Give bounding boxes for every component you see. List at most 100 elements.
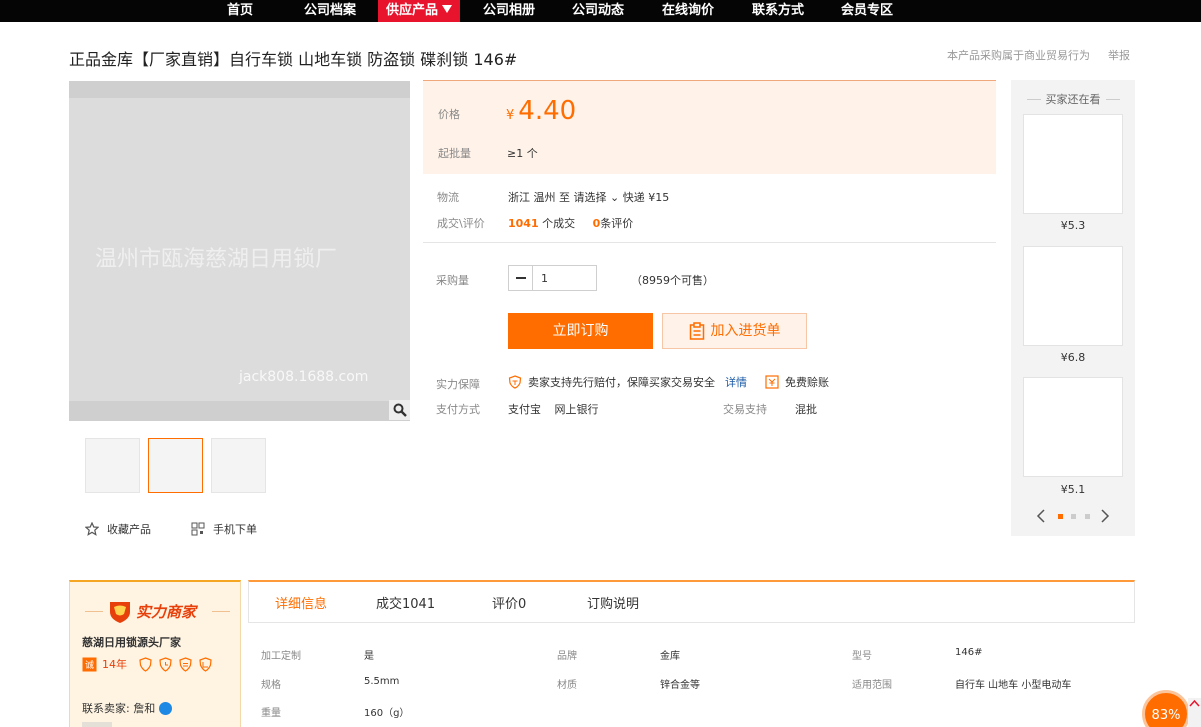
image-watermark: 温州市瓯海慈湖日用锁厂: [95, 247, 338, 272]
seller-badge: 实力商家: [107, 598, 196, 624]
nav-item-products-label: 供应产品: [385, 3, 438, 18]
star-icon: [85, 522, 99, 536]
nav-item-home[interactable]: 首页: [216, 0, 264, 22]
recommendation-price-2: ¥6.8: [1060, 351, 1086, 364]
nav-item-company-profile[interactable]: 公司档案: [294, 0, 366, 22]
progress-indicator[interactable]: 83%: [1142, 690, 1190, 727]
recommendation-item-1[interactable]: [1023, 114, 1123, 214]
price-amount: 4.40: [518, 96, 577, 126]
tab-order-notes[interactable]: 订购说明: [587, 593, 639, 612]
attr-value-customization: 是: [364, 651, 374, 662]
seller-extra-info: [82, 722, 112, 727]
logistics-selector[interactable]: 浙江 温州 至 请选择 ⌄ 快递 ¥15: [508, 189, 669, 205]
nav-item-contact[interactable]: 联系方式: [741, 0, 815, 22]
stock-note: （8959个可售）: [631, 274, 714, 287]
quantity-input[interactable]: [533, 266, 595, 290]
recommendation-item-3[interactable]: [1023, 377, 1123, 477]
tab-reviews[interactable]: 评价0: [492, 593, 526, 612]
purchase-note: 本产品采购属于商业贸易行为: [947, 49, 1090, 62]
membership-years: 14年: [102, 658, 127, 671]
attr-value-applicable: 自行车 山地车 小型电动车: [955, 680, 1072, 691]
add-to-cart-button[interactable]: 加入进货单: [662, 313, 807, 349]
nav-item-news[interactable]: 公司动态: [561, 0, 635, 22]
back-to-top-button[interactable]: [1188, 698, 1201, 727]
trade-support-value: 混批: [795, 403, 817, 416]
attr-name-customization: 加工定制: [261, 651, 301, 662]
chevron-right-icon: [1101, 509, 1110, 523]
carousel-dot-2[interactable]: [1071, 514, 1076, 519]
attr-name-spec: 规格: [261, 680, 281, 691]
recommendation-item-2[interactable]: [1023, 246, 1123, 346]
recommendation-prev-button[interactable]: [1034, 508, 1048, 524]
quantity-stepper: [508, 265, 597, 291]
thumbnail-1[interactable]: [85, 438, 140, 493]
add-to-cart-label: 加入进货单: [710, 323, 781, 339]
favorite-product-link[interactable]: 收藏产品: [85, 521, 151, 537]
quantity-label: 采购量: [436, 274, 469, 287]
deal-count-suffix: 个成交: [542, 217, 576, 230]
clipboard-icon: [689, 322, 704, 340]
return-policy-icon: [199, 656, 212, 672]
shield-icon: [508, 375, 522, 389]
svg-text:诚: 诚: [85, 659, 94, 671]
attr-value-brand: 金库: [660, 651, 680, 662]
attr-name-applicable: 适用范围: [852, 680, 892, 691]
minus-icon: [515, 277, 526, 279]
free-credit-label: 免费赊账: [785, 376, 829, 389]
recommendation-price-3: ¥5.1: [1060, 483, 1086, 496]
qr-code-icon: [191, 522, 205, 536]
order-now-button[interactable]: 立即订购: [508, 313, 653, 349]
deal-count: 1041: [508, 217, 539, 230]
trade-support-label: 交易支持: [723, 403, 767, 416]
mobile-order-label: 手机下单: [213, 523, 257, 536]
product-title: 正品金库【厂家直销】自行车锁 山地车锁 防盗锁 碟刹锁 146#: [69, 50, 518, 69]
attr-name-model: 型号: [852, 651, 872, 662]
currency-symbol: ¥: [506, 108, 515, 123]
report-link[interactable]: 举报: [1108, 47, 1130, 63]
guarantee-detail-link[interactable]: 详情: [725, 374, 747, 390]
image-watermark-url: jack808.1688.com: [239, 369, 369, 385]
recommendation-title: 买家还在看: [1011, 91, 1135, 107]
guarantee-text: 卖家支持先行赔付，保障买家交易安全: [528, 376, 715, 389]
tab-deals[interactable]: 成交1041: [376, 593, 435, 612]
carousel-dot-3[interactable]: [1085, 514, 1090, 519]
seller-name[interactable]: 慈湖日用锁源头厂家: [82, 634, 181, 650]
chat-icon[interactable]: [159, 701, 173, 715]
nav-item-members[interactable]: 会员专区: [830, 0, 904, 22]
recommendation-price-1: ¥5.3: [1060, 219, 1086, 232]
moq-label: 起批量: [438, 147, 471, 160]
tab-details[interactable]: 详细信息: [275, 593, 327, 612]
nav-item-products[interactable]: 供应产品: [378, 0, 460, 22]
nav-item-album[interactable]: 公司相册: [472, 0, 546, 22]
zoom-button[interactable]: [389, 400, 410, 420]
thumbnail-3[interactable]: [211, 438, 266, 493]
favorite-label: 收藏产品: [107, 523, 151, 536]
arrow-up-icon: [1189, 699, 1200, 707]
thumbnail-2[interactable]: [148, 438, 203, 493]
price-value: ¥4.40: [506, 96, 576, 126]
attr-value-model: 146#: [955, 647, 983, 658]
badge-divider-right: [212, 611, 230, 612]
seller-credentials: 诚 14年: [82, 656, 213, 672]
magnifier-icon: [393, 403, 407, 417]
carousel-dot-1[interactable]: [1058, 514, 1063, 519]
quantity-minus-button[interactable]: [509, 266, 533, 290]
delivery-clock-icon: [159, 656, 172, 672]
attr-name-brand: 品牌: [557, 651, 577, 662]
contact-seller-label: 联系卖家: 詹和: [82, 702, 156, 715]
attr-value-weight: 160（g）: [364, 708, 410, 719]
contact-seller[interactable]: 联系卖家: 詹和: [82, 700, 173, 716]
seller-badge-label: 实力商家: [136, 602, 197, 621]
bull-emblem-icon: [110, 602, 130, 623]
recommendation-next-button[interactable]: [1098, 508, 1112, 524]
main-product-image[interactable]: 温州市瓯海慈湖日用锁厂 jack808.1688.com: [69, 81, 410, 421]
mobile-order-link[interactable]: 手机下单: [191, 521, 257, 537]
chevron-left-icon: [1036, 509, 1045, 523]
quality-assured-icon: [179, 656, 192, 672]
badge-divider-left: [85, 611, 103, 612]
divider: [423, 242, 996, 243]
review-count-suffix: 条评价: [600, 217, 634, 230]
attr-name-material: 材质: [557, 680, 577, 691]
nav-item-inquiry[interactable]: 在线询价: [651, 0, 725, 22]
logistics-label: 物流: [437, 191, 459, 204]
